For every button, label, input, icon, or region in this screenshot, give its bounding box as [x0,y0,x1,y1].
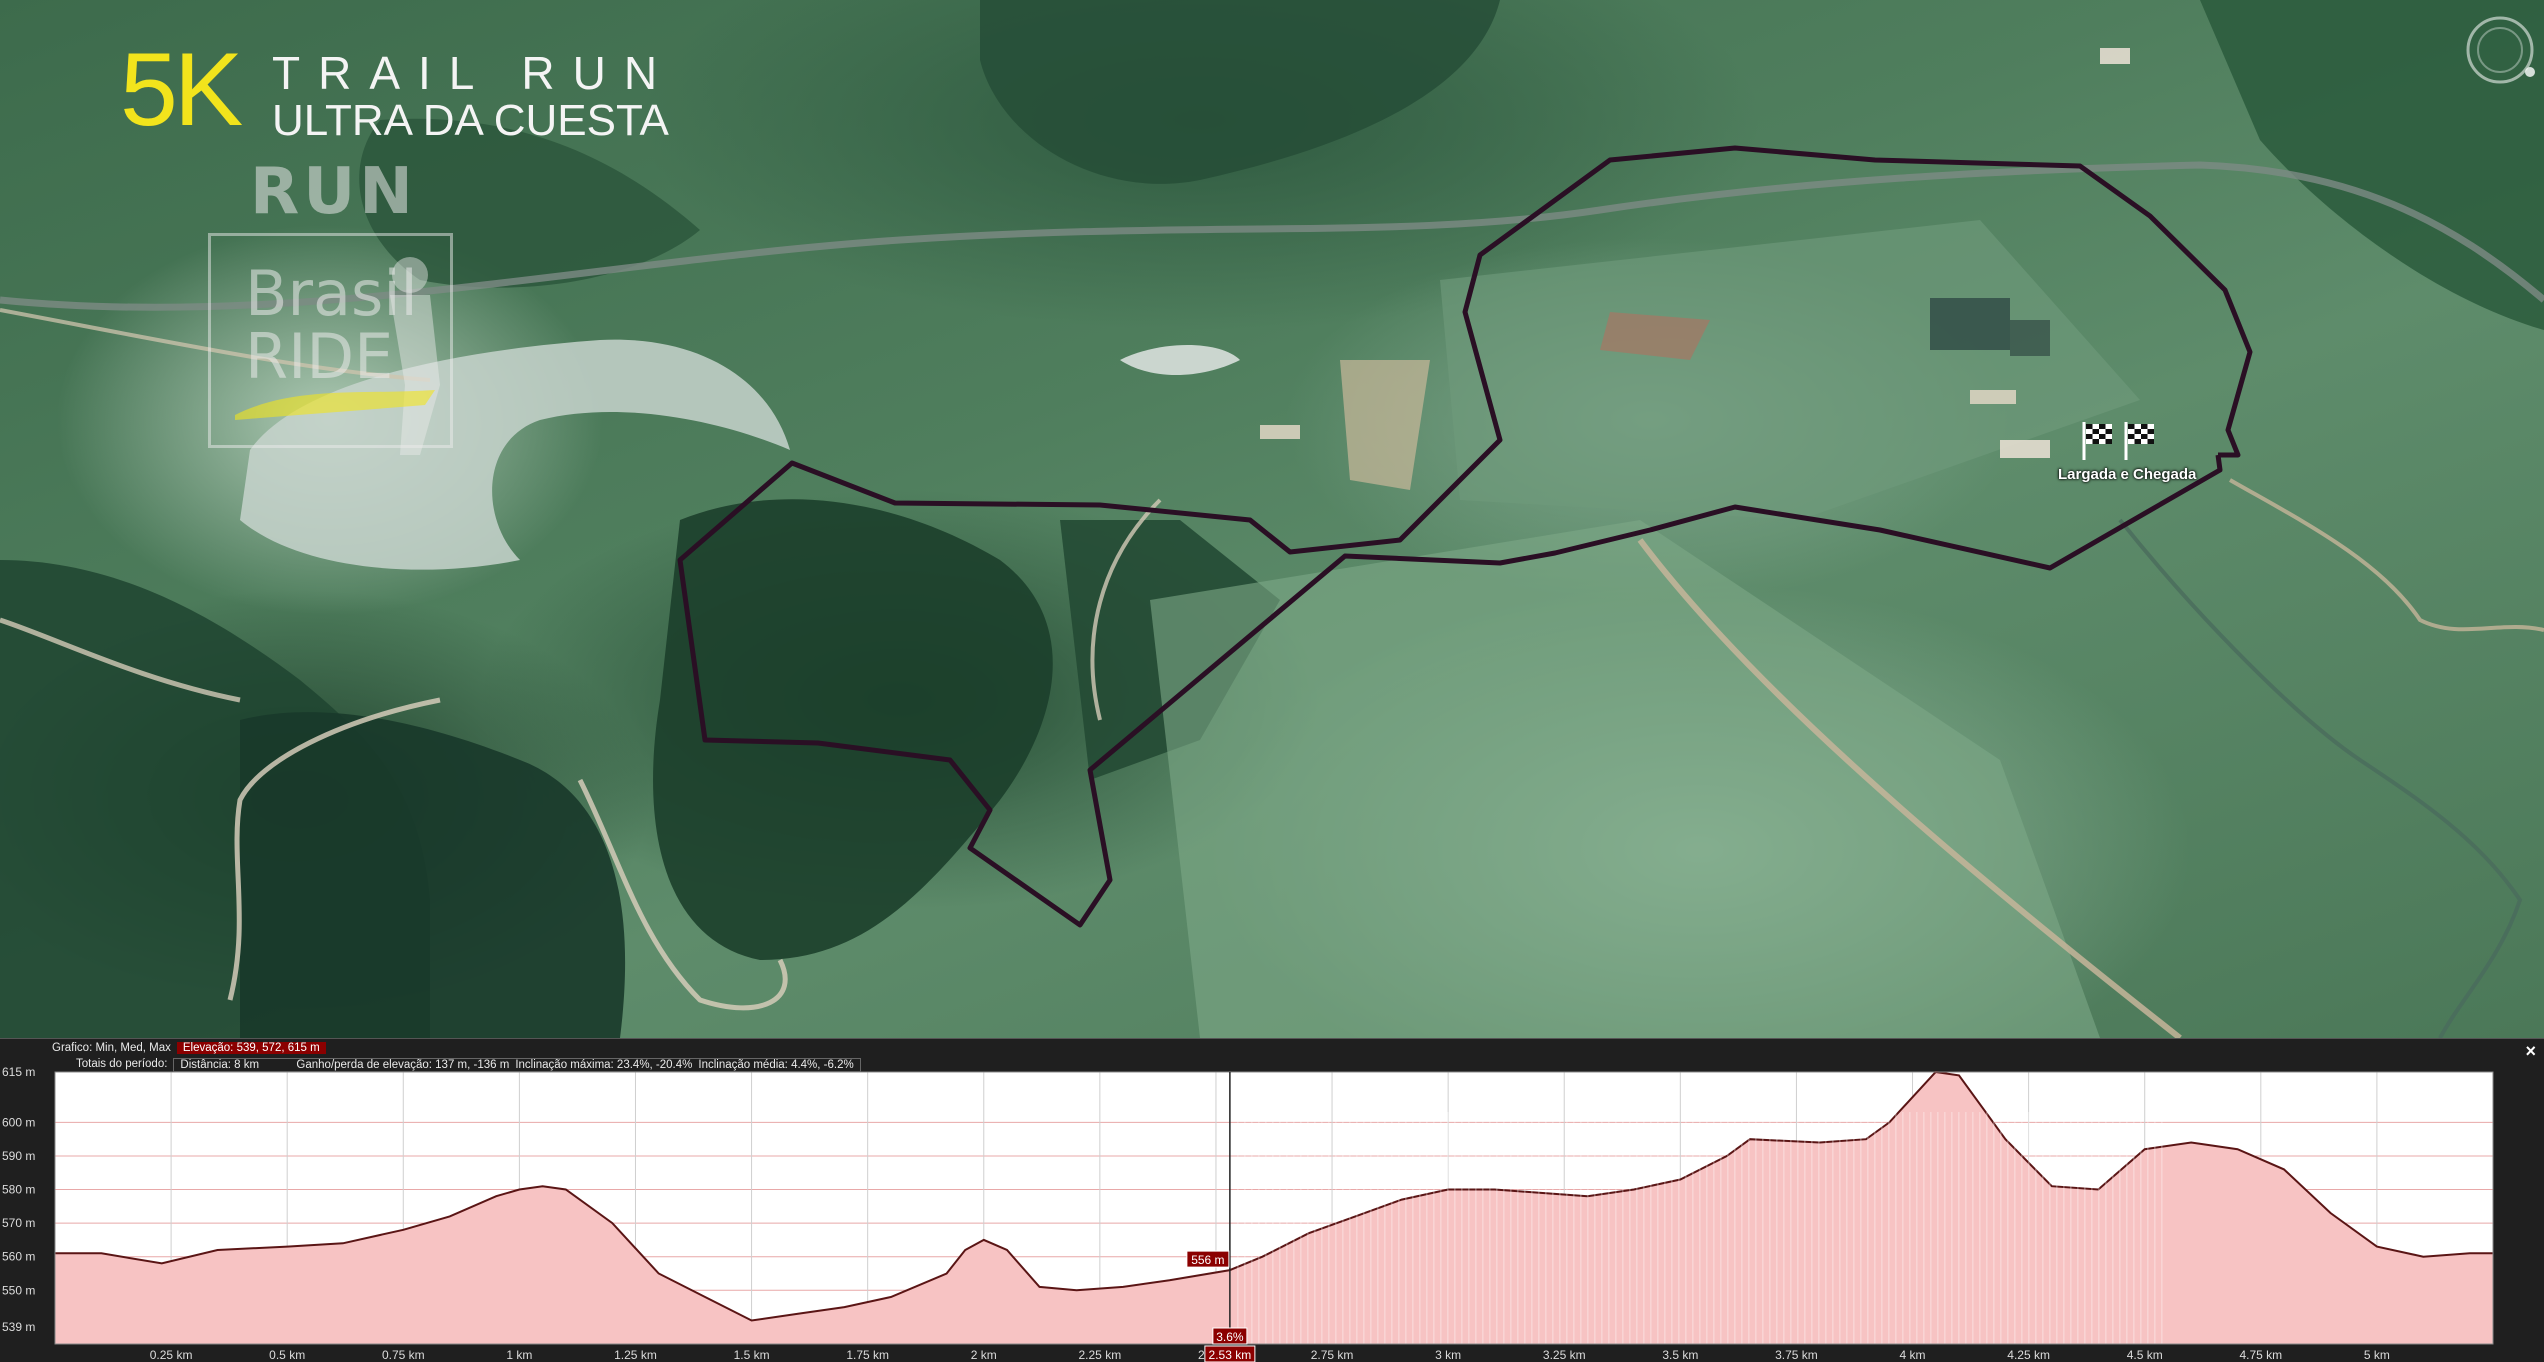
cursor-slope-label: 3.6% [1216,1330,1244,1344]
x-tick-label: 1.75 km [846,1348,889,1362]
checefered-flag-icon [2124,422,2154,460]
runner-head [392,257,428,293]
elevation-info-bar: Grafico: Min, Med, Max Elevação: 539, 572… [0,1039,2544,1077]
cursor-elevation-label: 556 m [1191,1253,1224,1267]
building [1930,298,2010,350]
building [1970,390,2016,404]
x-tick-label: 5 km [2364,1348,2390,1362]
field [1440,220,2140,520]
distance-title: 5K [120,32,243,148]
x-tick-label: 2.25 km [1079,1348,1122,1362]
x-tick-label: 1.25 km [614,1348,657,1362]
period-totals-values: Distância: 8 km Ganho/perda de elevação: … [173,1058,861,1072]
dirt-road [2229,478,2544,632]
compass-icon[interactable] [2460,10,2540,90]
max-slope: Inclinação máxima: 23.4%, -20.4% [515,1059,693,1071]
elevation-profile-panel[interactable]: 539 m 550 m 560 m 570 m 580 m 590 m 600 m 615 m… [0,1038,2544,1362]
x-tick-label: 3.75 km [1775,1348,1818,1362]
satellite-map[interactable]: 5K TRAIL RUN ULTRA DA CUESTA RUN Brasil … [0,0,2544,1038]
building [2010,320,2050,356]
x-tick-label: 1.5 km [734,1348,770,1362]
checkered-flag-icon [2082,422,2112,460]
x-tick-label: 3.5 km [1662,1348,1698,1362]
x-tick-label: 2 km [971,1348,997,1362]
y-tick-label: 570 m [2,1216,35,1230]
runner-body [390,295,440,455]
close-icon[interactable]: × [2525,1041,2536,1062]
distance-total: Distância: 8 km [180,1059,260,1071]
y-tick-label: 539 m [2,1320,35,1334]
y-tick-label: 550 m [2,1283,35,1297]
elevation-chart[interactable]: 539 m550 m560 m570 m580 m590 m600 m615 m… [0,1039,2544,1362]
x-tick-label: 3 km [1435,1348,1461,1362]
quarry [1120,345,1240,375]
building [1260,425,1300,439]
elevation-summary-row: Grafico: Min, Med, Max Elevação: 539, 572… [52,1042,326,1054]
building [2100,48,2130,64]
brasil-ride-logo: RUN Brasil RIDE [205,155,455,455]
avg-slope: Inclinação média: 4.4%, -6.2% [698,1059,854,1071]
x-tick-label: 0.25 km [150,1348,193,1362]
forest-area [240,712,626,1038]
elevation-min-avg-max: Elevação: 539, 572, 615 m [176,1042,326,1054]
x-tick-label: 4.5 km [2127,1348,2163,1362]
y-tick-label: 600 m [2,1115,35,1129]
period-totals-row: Totais do período: Distância: 8 km Ganho/p… [76,1058,861,1072]
start-finish-label: Largada e Chegada [2058,466,2197,483]
forest-area [653,499,1053,960]
x-tick-label: 1 km [506,1348,532,1362]
graph-mode-label: Grafico: Min, Med, Max [52,1042,171,1054]
y-tick-label: 590 m [2,1149,35,1163]
x-tick-label: 4.75 km [2239,1348,2282,1362]
x-tick-label: 2.75 km [1311,1348,1354,1362]
period-totals-label: Totais do período: [76,1058,168,1070]
forest-area [980,0,1500,184]
building [2000,440,2050,458]
event-subtitle-name: ULTRA DA CUESTA [272,96,669,145]
logo-graphic [235,257,440,455]
cursor-distance-label: 2.53 km [1209,1348,1252,1362]
x-tick-label: 3.25 km [1543,1348,1586,1362]
event-subtitle-trail-run: TRAIL RUN [272,47,676,99]
y-tick-label: 560 m [2,1250,35,1264]
field [1340,360,1430,490]
y-tick-label: 580 m [2,1183,35,1197]
elevation-gain-loss: Ganho/perda de elevação: 137 m, -136 m [296,1059,510,1071]
x-tick-label: 4 km [1900,1348,1926,1362]
x-tick-label: 0.5 km [269,1348,305,1362]
start-finish-flags[interactable] [2078,418,2168,464]
x-tick-label: 0.75 km [382,1348,425,1362]
stream [2118,518,2523,1038]
x-tick-label: 4.25 km [2007,1348,2050,1362]
